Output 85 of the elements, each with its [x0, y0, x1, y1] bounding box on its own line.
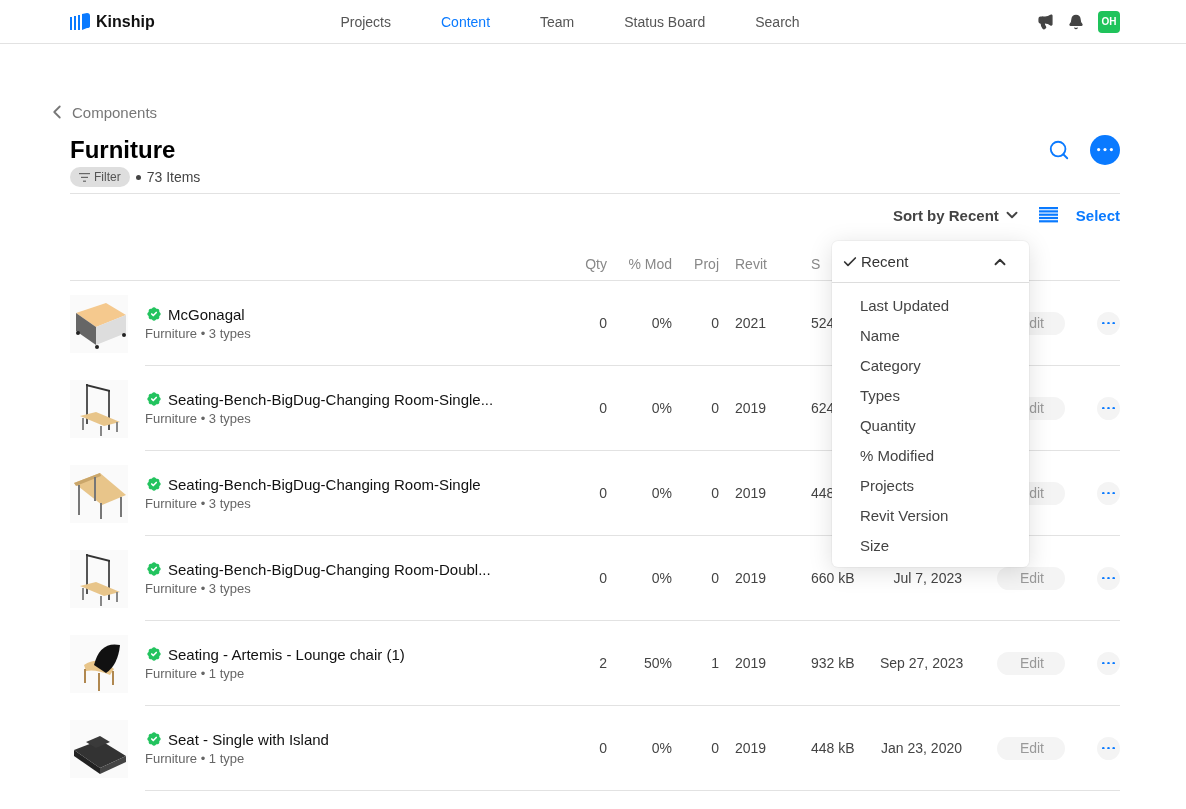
page-title: Furniture [70, 136, 176, 164]
more-icon [1102, 746, 1115, 750]
item-meta: Furniture • 1 type [145, 751, 246, 766]
filter-button[interactable]: Filter [70, 167, 130, 187]
more-icon [1097, 148, 1113, 152]
more-icon [1102, 406, 1115, 410]
row-more-button[interactable] [1097, 311, 1120, 335]
more-icon [1102, 321, 1115, 325]
proj-cell-text: 0 [710, 740, 719, 756]
megaphone-icon[interactable] [1037, 13, 1054, 30]
proj-cell-text: 0 [710, 485, 719, 501]
item-name[interactable]: Seating-Bench-BigDug-Changing Room-Doubl... [168, 560, 491, 578]
item-meta: Furniture • 1 type [145, 666, 246, 681]
menu-item[interactable]: Size [831, 530, 1029, 560]
nav-link[interactable]: Team [515, 13, 600, 30]
proj-cell-text: 1 [710, 655, 719, 671]
size-cell-text: 448 kB [811, 740, 856, 756]
item-meta: Furniture • 3 types [145, 581, 252, 596]
mod-cell-text: 0% [650, 485, 672, 501]
mod-cell-text: 0% [650, 740, 672, 756]
item-name[interactable]: Seating-Bench-BigDug-Changing Room-Single... [168, 390, 494, 408]
breadcrumb-text: Components [72, 103, 158, 121]
nav-link[interactable]: Status Board [599, 13, 731, 30]
nav-link[interactable]: Content [416, 13, 516, 30]
brand-name: Kinship [96, 12, 155, 31]
revit-cell-text: 2019 [734, 655, 768, 671]
size-cell-text: 660 kB [811, 570, 856, 586]
mod-cell-text: 0% [650, 400, 672, 416]
proj-cell-text: 0 [710, 400, 719, 416]
more-icon [1102, 491, 1115, 495]
row-more-button[interactable] [1097, 481, 1120, 505]
logo-icon [70, 11, 90, 32]
qty-cell-text: 0 [598, 740, 607, 756]
menu-item[interactable]: Recent [860, 253, 988, 270]
item-name[interactable]: Seat - Single with Island [168, 730, 329, 748]
item-name[interactable]: Seating - Artemis - Lounge chair (1) [168, 645, 405, 663]
size-cell-text: 932 kB [811, 655, 856, 671]
row-more-button[interactable] [1097, 396, 1120, 420]
column-header: Revit [734, 255, 768, 272]
revit-cell-text: 2021 [734, 315, 768, 331]
mod-cell-text: 0% [650, 315, 672, 331]
item-meta: Furniture • 3 types [145, 411, 252, 426]
filter-icon [79, 172, 90, 182]
more-icon [1102, 576, 1115, 580]
qty-cell-text: 2 [598, 655, 607, 671]
back-link[interactable]: Components [46, 101, 158, 123]
column-header: Qty [584, 255, 607, 272]
revit-cell-text: 2019 [734, 570, 768, 586]
qty-cell-text: 0 [598, 485, 607, 501]
sort-dropdown[interactable]: Sort by Recent [892, 206, 1021, 224]
more-button[interactable] [1090, 135, 1120, 165]
column-header: Proj [693, 255, 719, 272]
item-name[interactable]: McGonagal [168, 305, 245, 323]
revit-cell-text: 2019 [734, 485, 768, 501]
bullet-icon [135, 174, 141, 180]
qty-cell-text: 0 [598, 315, 607, 331]
mod-cell-text: 50% [642, 655, 672, 671]
revit-cell-text: 2019 [734, 740, 768, 756]
item-count: 73 Items [146, 169, 201, 185]
item-meta: Furniture • 3 types [145, 326, 252, 341]
row-more-button[interactable] [1097, 651, 1120, 675]
proj-cell-text: 0 [710, 570, 719, 586]
proj-cell-text: 0 [710, 315, 719, 331]
date-cell: Jan 23, 2020 [880, 740, 962, 756]
row-more-button[interactable] [1097, 566, 1120, 590]
search-button[interactable] [1048, 139, 1070, 161]
revit-cell-text: 2019 [734, 400, 768, 416]
menu-item[interactable]: Category [831, 350, 1029, 380]
item-name[interactable]: Seating-Bench-BigDug-Changing Room-Single [168, 475, 481, 493]
more-icon [1102, 661, 1115, 665]
list-view-icon[interactable] [1038, 207, 1058, 223]
nav-link[interactable]: Search [730, 13, 825, 30]
column-header: % Mod [627, 255, 672, 272]
select-link[interactable]: Select [1075, 206, 1120, 224]
item-meta: Furniture • 3 types [145, 496, 252, 511]
date-cell: Sep 27, 2023 [880, 655, 962, 671]
bell-icon[interactable] [1068, 13, 1084, 30]
qty-cell-text: 0 [598, 400, 607, 416]
qty-cell-text: 0 [598, 570, 607, 586]
search-icon [1048, 139, 1070, 161]
mod-cell-text: 0% [650, 570, 672, 586]
date-cell-text: Jul 7, 2023 [892, 570, 962, 586]
nav-link[interactable]: Projects [315, 13, 416, 30]
menu-item[interactable]: % Modified [831, 440, 1029, 470]
row-more-button[interactable] [1097, 736, 1120, 760]
